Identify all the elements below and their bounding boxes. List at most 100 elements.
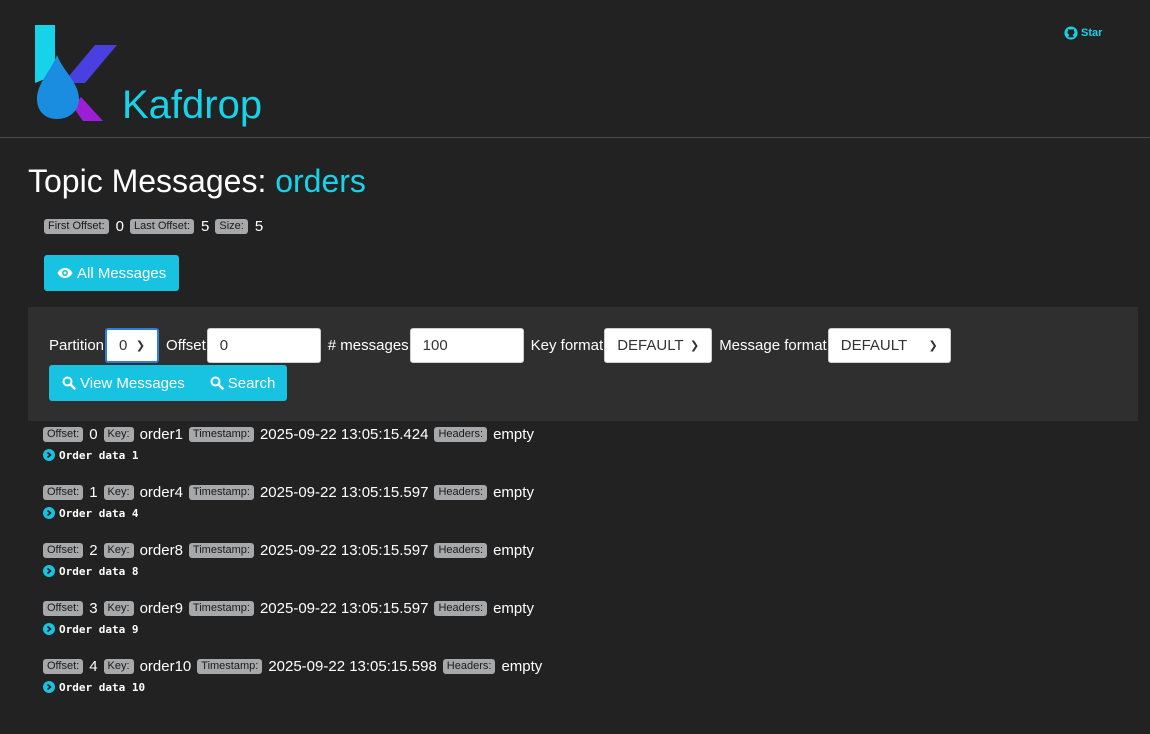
message-format-value: DEFAULT xyxy=(840,337,908,354)
chevron-down-icon: ❯ xyxy=(928,340,938,352)
message-body-toggle[interactable]: Order data 1 xyxy=(43,446,548,464)
message-body-toggle[interactable]: Order data 4 xyxy=(43,504,548,522)
message-body-toggle[interactable]: Order data 8 xyxy=(43,562,548,580)
message-filter-panel: Partition 0 ❯ Offset 0 # messages 100 Ke… xyxy=(28,307,1138,421)
kafdrop-logo[interactable] xyxy=(33,25,119,121)
chevron-right-circle-icon[interactable] xyxy=(43,565,55,577)
view-messages-button[interactable]: View Messages xyxy=(49,365,198,401)
message-body-toggle[interactable]: Order data 10 xyxy=(43,678,548,696)
key-badge: Key: xyxy=(103,484,134,500)
message-count-input[interactable]: 100 xyxy=(409,328,524,363)
message-timestamp: 2025-09-22 13:05:15.424 xyxy=(259,425,429,443)
brand-title[interactable]: Kafdrop xyxy=(122,78,262,132)
message-key: order10 xyxy=(139,657,192,675)
message-item: Offset: 4 Key: order10 Timestamp: 2025-0… xyxy=(43,656,548,714)
message-body-toggle[interactable]: Order data 9 xyxy=(43,620,548,638)
message-format-label: Message format xyxy=(719,337,827,354)
topic-stats: First Offset: 0 Last Offset: 5 Size: 5 xyxy=(44,218,269,235)
message-meta: Offset: 0 Key: order1 Timestamp: 2025-09… xyxy=(43,424,548,444)
message-timestamp: 2025-09-22 13:05:15.597 xyxy=(259,541,429,559)
message-meta: Offset: 2 Key: order8 Timestamp: 2025-09… xyxy=(43,540,548,560)
headers-badge: Headers: xyxy=(434,484,488,500)
message-offset: 4 xyxy=(89,657,98,675)
chevron-right-circle-icon[interactable] xyxy=(43,449,55,461)
page-title: Topic Messages: orders xyxy=(28,158,366,204)
github-star-button[interactable]: Star xyxy=(1064,26,1102,40)
key-badge: Key: xyxy=(103,426,134,442)
message-offset: 1 xyxy=(89,483,98,501)
message-list: Offset: 0 Key: order1 Timestamp: 2025-09… xyxy=(43,424,548,714)
message-headers: empty xyxy=(493,541,534,559)
message-timestamp: 2025-09-22 13:05:15.597 xyxy=(259,599,429,617)
message-meta: Offset: 4 Key: order10 Timestamp: 2025-0… xyxy=(43,656,548,676)
message-offset: 3 xyxy=(89,599,98,617)
topic-name: orders xyxy=(275,163,366,199)
message-headers: empty xyxy=(493,599,534,617)
key-format-value: DEFAULT xyxy=(617,337,684,354)
message-offset: 0 xyxy=(89,425,98,443)
message-key: order1 xyxy=(139,425,183,443)
message-body: Order data 8 xyxy=(59,564,139,578)
chevron-right-circle-icon[interactable] xyxy=(43,681,55,693)
headers-badge: Headers: xyxy=(434,542,488,558)
search-button[interactable]: Search xyxy=(197,365,288,401)
offset-badge: Offset: xyxy=(43,542,84,558)
message-meta: Offset: 3 Key: order9 Timestamp: 2025-09… xyxy=(43,598,548,618)
search-label: Search xyxy=(227,374,276,392)
timestamp-badge: Timestamp: xyxy=(188,484,254,500)
chevron-right-circle-icon[interactable] xyxy=(43,507,55,519)
message-meta: Offset: 1 Key: order4 Timestamp: 2025-09… xyxy=(43,482,548,502)
message-timestamp: 2025-09-22 13:05:15.597 xyxy=(259,483,429,501)
chevron-right-circle-icon[interactable] xyxy=(43,623,55,635)
message-item: Offset: 2 Key: order8 Timestamp: 2025-09… xyxy=(43,540,548,598)
eye-icon xyxy=(57,268,73,278)
message-headers: empty xyxy=(493,483,534,501)
message-body: Order data 9 xyxy=(59,622,139,636)
headers-badge: Headers: xyxy=(434,426,488,442)
message-body: Order data 1 xyxy=(59,448,139,462)
key-badge: Key: xyxy=(103,542,134,558)
offset-badge: Offset: xyxy=(43,658,84,674)
message-item: Offset: 0 Key: order1 Timestamp: 2025-09… xyxy=(43,424,548,482)
last-offset-badge: Last Offset: xyxy=(129,219,195,234)
top-navbar: Kafdrop Star xyxy=(0,0,1150,138)
search-icon xyxy=(62,376,76,390)
size-badge: Size: xyxy=(215,219,248,234)
headers-badge: Headers: xyxy=(434,600,488,616)
page-title-prefix: Topic Messages: xyxy=(28,163,267,199)
partition-select[interactable]: 0 ❯ xyxy=(105,328,160,363)
offset-input-value: 0 xyxy=(219,337,229,354)
key-format-select[interactable]: DEFAULT ❯ xyxy=(604,328,713,363)
message-key: order9 xyxy=(139,599,183,617)
message-format-select[interactable]: DEFAULT ❯ xyxy=(827,328,951,363)
key-badge: Key: xyxy=(103,658,134,674)
all-messages-button[interactable]: All Messages xyxy=(44,255,180,291)
message-timestamp: 2025-09-22 13:05:15.598 xyxy=(268,657,437,675)
timestamp-badge: Timestamp: xyxy=(188,542,254,558)
chevron-down-icon: ❯ xyxy=(135,340,146,352)
message-headers: empty xyxy=(493,425,534,443)
last-offset-value: 5 xyxy=(201,218,210,235)
all-messages-label: All Messages xyxy=(77,264,167,282)
offset-input[interactable]: 0 xyxy=(206,328,321,363)
offset-badge: Offset: xyxy=(43,484,84,500)
offset-badge: Offset: xyxy=(43,600,84,616)
count-label: # messages xyxy=(327,337,409,354)
message-key: order4 xyxy=(139,483,183,501)
filter-buttons: View Messages Search xyxy=(49,365,288,401)
message-offset: 2 xyxy=(89,541,98,559)
key-format-label: Key format xyxy=(530,337,604,354)
partition-value: 0 xyxy=(119,337,128,354)
filter-row: Partition 0 ❯ Offset 0 # messages 100 Ke… xyxy=(49,328,951,363)
message-body: Order data 4 xyxy=(59,506,139,520)
offset-badge: Offset: xyxy=(43,426,84,442)
first-offset-value: 0 xyxy=(115,218,124,235)
message-headers: empty xyxy=(501,657,543,675)
message-body: Order data 10 xyxy=(59,680,146,694)
search-icon xyxy=(210,376,224,390)
view-messages-label: View Messages xyxy=(80,374,185,392)
partition-label: Partition xyxy=(49,337,105,354)
timestamp-badge: Timestamp: xyxy=(188,426,254,442)
timestamp-badge: Timestamp: xyxy=(188,600,254,616)
size-value: 5 xyxy=(254,218,264,235)
